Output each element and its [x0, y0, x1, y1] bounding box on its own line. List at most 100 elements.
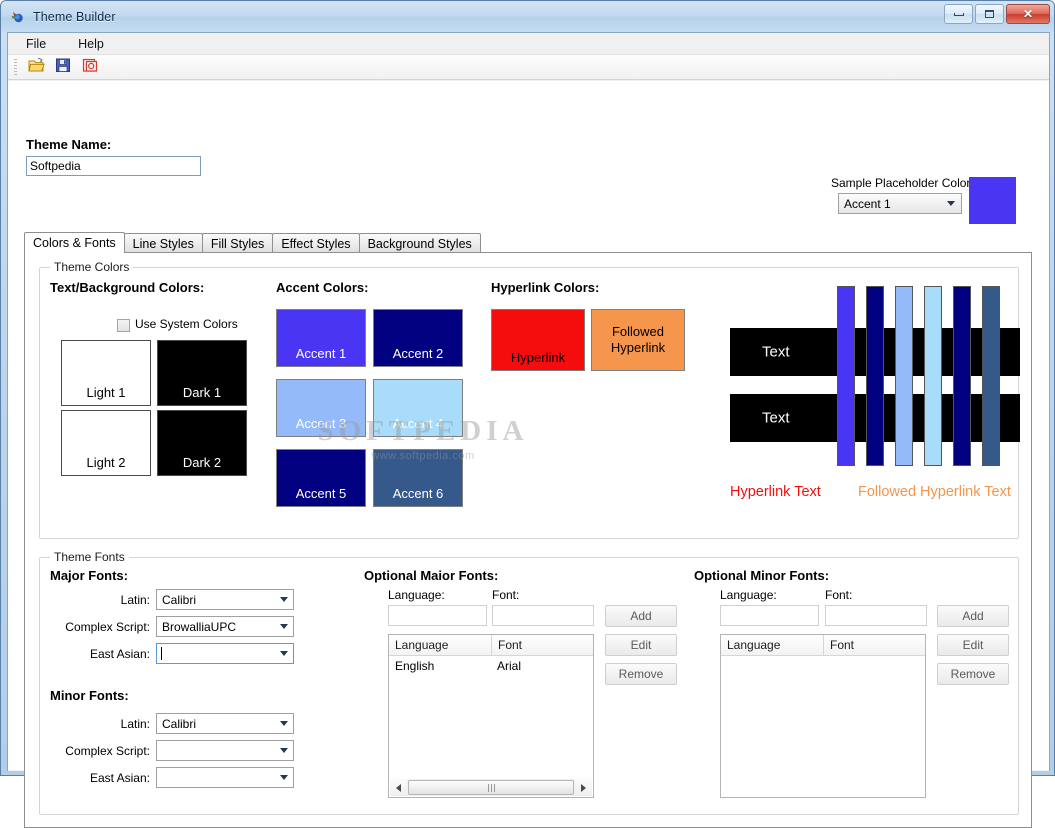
menu-bar: File Help [8, 33, 1049, 55]
optional-major-add-button[interactable]: Add [605, 605, 677, 627]
tab-colors-fonts[interactable]: Colors & Fonts [24, 232, 125, 253]
optional-major-fonts-list[interactable]: Language Font English Arial [388, 634, 594, 798]
minor-complex-script-select[interactable] [156, 740, 294, 761]
optional-major-language-input[interactable] [388, 605, 487, 626]
major-complex-script-label: Complex Script: [65, 620, 150, 634]
swatch-dark-2-label: Dark 2 [182, 455, 222, 470]
swatch-accent-5[interactable]: Accent 5 [276, 449, 366, 507]
theme-name-label: Theme Name: [26, 137, 112, 152]
list-header: Language Font [721, 635, 925, 656]
use-system-colors-label: Use System Colors [135, 317, 238, 331]
tab-fill-styles[interactable]: Fill Styles [201, 233, 274, 253]
use-system-colors-checkbox[interactable] [117, 319, 130, 332]
swatch-light-2[interactable]: Light 2 [61, 410, 151, 476]
chevron-down-icon [275, 768, 292, 787]
optional-minor-fonts-list[interactable]: Language Font [720, 634, 926, 798]
save-button[interactable] [52, 57, 74, 78]
swatch-light-1[interactable]: Light 1 [61, 340, 151, 406]
major-east-asian-select[interactable] [156, 643, 294, 664]
tab-background-styles[interactable]: Background Styles [358, 233, 481, 253]
text-background-colors-heading: Text/Background Colors: [50, 280, 205, 295]
chevron-down-icon [275, 741, 292, 760]
close-button[interactable]: ✕ [1006, 4, 1050, 24]
swatch-light-2-label: Light 2 [86, 455, 126, 470]
preview-stripe-4 [924, 286, 942, 466]
theme-fonts-group-title: Theme Fonts [50, 550, 129, 564]
optional-minor-remove-button[interactable]: Remove [937, 663, 1009, 685]
scrollbar-thumb[interactable] [408, 780, 574, 795]
preview-text-2: Text [762, 409, 790, 427]
tab-effect-styles[interactable]: Effect Styles [272, 233, 360, 253]
preview-stripe-6 [982, 286, 1000, 466]
theme-name-input[interactable] [26, 156, 201, 176]
maximize-icon [985, 10, 994, 18]
minor-complex-script-label: Complex Script: [65, 744, 150, 758]
minor-east-asian-label: East Asian: [89, 771, 150, 785]
swatch-accent-2-label: Accent 2 [392, 346, 444, 361]
swatch-dark-1[interactable]: Dark 1 [157, 340, 247, 406]
major-latin-select[interactable]: Calibri [156, 589, 294, 610]
maximize-button[interactable] [975, 4, 1004, 24]
minor-east-asian-select[interactable] [156, 767, 294, 788]
swatch-accent-4[interactable]: Accent 4 [373, 379, 463, 437]
column-header-language: Language [727, 638, 781, 652]
swatch-hyperlink-label: Hyperlink [510, 350, 566, 365]
swatch-accent-3-label: Accent 3 [295, 416, 347, 431]
minor-latin-select[interactable]: Calibri [156, 713, 294, 734]
scroll-left-button[interactable] [390, 779, 407, 796]
major-fonts-heading: Major Fonts: [50, 568, 128, 583]
major-east-asian-label: East Asian: [89, 647, 150, 661]
preview-stripe-2 [866, 286, 884, 466]
column-header-language: Language [395, 638, 449, 652]
app-icon [9, 9, 25, 25]
preview-stripe-5 [953, 286, 971, 466]
tab-panel-colors-fonts: Theme Colors Text/Background Colors: Use… [24, 252, 1032, 828]
swatch-accent-6[interactable]: Accent 6 [373, 449, 463, 507]
table-row[interactable]: English Arial [389, 656, 593, 676]
swatch-accent-3[interactable]: Accent 3 [276, 379, 366, 437]
column-header-font: Font [491, 635, 591, 655]
major-complex-script-select[interactable]: BrowalliaUPC [156, 616, 294, 637]
sample-placeholder-select[interactable]: Accent 1 [838, 193, 962, 214]
swatch-dark-2[interactable]: Dark 2 [157, 410, 247, 476]
optional-major-font-input[interactable] [492, 605, 594, 626]
horizontal-scrollbar[interactable] [390, 779, 592, 796]
preview-hyperlink-text: Hyperlink Text [730, 484, 821, 500]
minor-fonts-heading: Minor Fonts: [50, 688, 129, 703]
chevron-down-icon [275, 714, 292, 733]
cell-font: Arial [497, 659, 522, 673]
swatch-accent-6-label: Accent 6 [392, 486, 444, 501]
swatch-followed-hyperlink-label: Followed Hyperlink [610, 323, 666, 355]
optional-minor-language-input[interactable] [720, 605, 819, 626]
tab-line-styles[interactable]: Line Styles [123, 233, 203, 253]
optional-minor-font-input[interactable] [825, 605, 927, 626]
open-button[interactable] [25, 57, 47, 78]
accent-colors-heading: Accent Colors: [276, 280, 369, 295]
theme-colors-group-title: Theme Colors [50, 260, 134, 274]
minimize-icon [953, 12, 964, 16]
major-latin-label: Latin: [120, 593, 150, 607]
preview-followed-hyperlink-text: Followed Hyperlink Text [858, 484, 1011, 500]
page-content: Theme Name: Sample Placeholder Color: Ac… [8, 81, 1049, 828]
swatch-accent-1[interactable]: Accent 1 [276, 309, 366, 367]
toolbar-grip[interactable] [14, 59, 17, 75]
swatch-light-1-label: Light 1 [86, 385, 126, 400]
chevron-down-icon [275, 590, 292, 609]
swatch-hyperlink[interactable]: Hyperlink [491, 309, 585, 371]
minimize-button[interactable] [944, 4, 973, 24]
swatch-followed-hyperlink[interactable]: Followed Hyperlink [591, 309, 685, 371]
save-as-button[interactable] [79, 57, 101, 78]
preview-stripe-3 [895, 286, 913, 466]
tab-bar: Colors & Fonts Line Styles Fill Styles E… [24, 232, 1032, 253]
swatch-accent-2[interactable]: Accent 2 [373, 309, 463, 367]
menu-item-help[interactable]: Help [74, 35, 108, 53]
menu-item-file[interactable]: File [22, 35, 50, 53]
scroll-right-button[interactable] [575, 779, 592, 796]
title-bar: Theme Builder ✕ [1, 1, 1054, 32]
chevron-down-icon [275, 644, 292, 663]
sample-placeholder-value: Accent 1 [844, 196, 891, 211]
optional-minor-edit-button[interactable]: Edit [937, 634, 1009, 656]
optional-major-remove-button[interactable]: Remove [605, 663, 677, 685]
optional-major-edit-button[interactable]: Edit [605, 634, 677, 656]
optional-minor-add-button[interactable]: Add [937, 605, 1009, 627]
